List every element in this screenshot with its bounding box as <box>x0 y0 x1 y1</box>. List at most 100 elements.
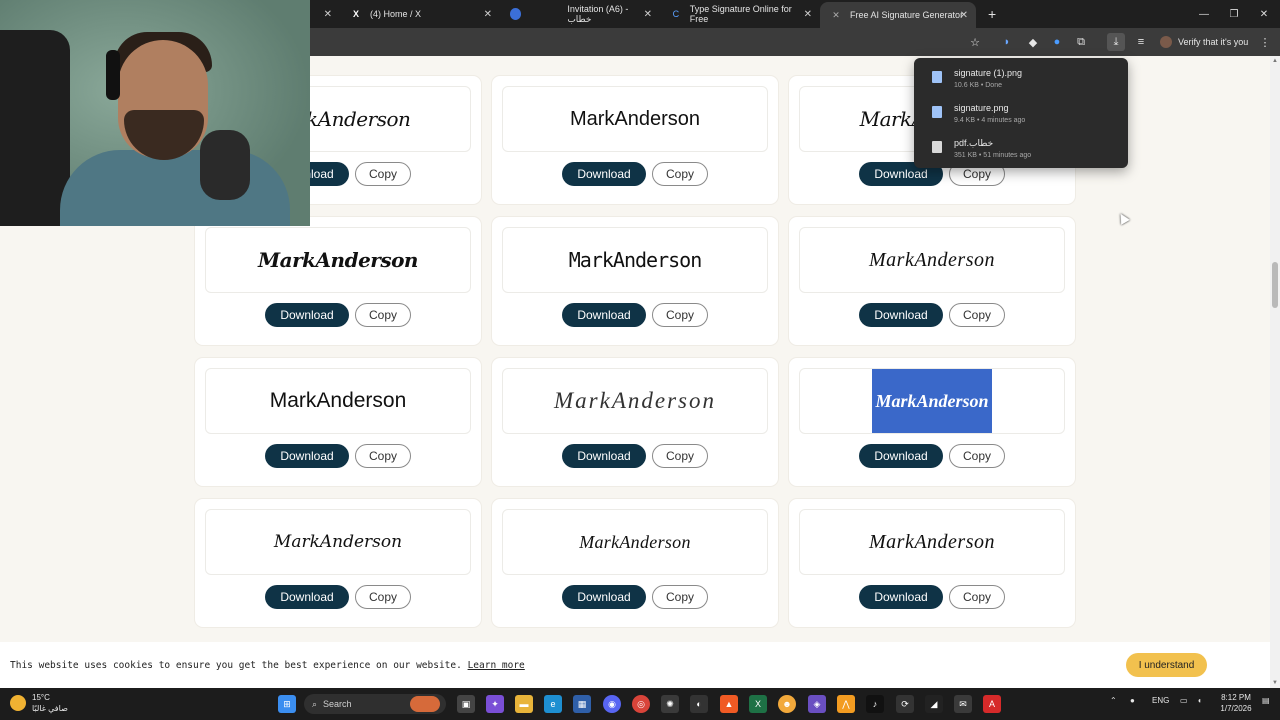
taskbar-search[interactable]: ⌕ Search <box>304 694 446 714</box>
downloads-icon[interactable]: ⤓ <box>1107 33 1125 51</box>
copilot-icon[interactable]: ✦ <box>486 695 504 713</box>
signature-preview: MarkAnderson <box>799 509 1065 575</box>
download-button[interactable]: Download <box>265 444 349 468</box>
download-button[interactable]: Download <box>859 585 943 609</box>
scroll-down-icon[interactable]: ▼ <box>1270 680 1280 686</box>
clock-time: 8:12 PM <box>1221 693 1251 702</box>
extension-icon[interactable]: ● <box>1048 33 1066 51</box>
collections-icon[interactable]: ≡ <box>1132 33 1150 51</box>
signature-text: MarkAnderson <box>269 389 407 412</box>
minimize-button[interactable]: — <box>1188 0 1220 28</box>
tab-close-icon[interactable]: ✕ <box>324 9 332 20</box>
avatar <box>1160 36 1172 48</box>
tab-close-icon[interactable]: ✕ <box>484 9 492 20</box>
extensions-puzzle-icon[interactable]: ⧉ <box>1072 33 1090 51</box>
copy-button[interactable]: Copy <box>949 303 1005 327</box>
signature-text: MarkAnderson <box>875 390 989 411</box>
volume-icon[interactable]: ◖ <box>1197 696 1202 705</box>
copy-button[interactable]: Copy <box>949 585 1005 609</box>
microphone-tray-icon[interactable]: ● <box>1130 696 1135 705</box>
app-icon[interactable]: ⟳ <box>896 695 914 713</box>
network-icon[interactable]: ▭ <box>1180 696 1188 705</box>
scrollbar-thumb[interactable] <box>1272 262 1278 308</box>
copy-button[interactable]: Copy <box>355 303 411 327</box>
download-button[interactable]: Download <box>562 585 646 609</box>
tab-free-ai-signature[interactable]: ✕ Free AI Signature Generator ✕ <box>820 2 976 28</box>
read-aloud-icon[interactable]: ◗ <box>998 33 1016 51</box>
pdf-reader-icon[interactable]: A <box>983 695 1001 713</box>
learn-more-link[interactable]: Learn more <box>468 660 525 671</box>
copy-button[interactable]: Copy <box>652 585 708 609</box>
extension-icon[interactable]: ◆ <box>1024 33 1042 51</box>
download-button[interactable]: Download <box>562 162 646 186</box>
page-scrollbar[interactable]: ▲ ▼ <box>1270 56 1280 688</box>
download-item[interactable]: signature.png 9.4 KB • 4 minutes ago <box>914 97 1128 129</box>
verify-label: Verify that it's you <box>1178 37 1249 47</box>
menu-dots-icon[interactable]: ⋮ <box>1256 33 1274 51</box>
new-tab-button[interactable]: + <box>978 0 1000 28</box>
store-icon[interactable]: ▦ <box>573 695 591 713</box>
excel-icon[interactable]: X <box>749 695 767 713</box>
app-icon[interactable]: ◈ <box>808 695 826 713</box>
copy-button[interactable]: Copy <box>355 585 411 609</box>
file-explorer-icon[interactable]: ▬ <box>515 695 533 713</box>
copy-button[interactable]: Copy <box>652 162 708 186</box>
app-icon[interactable]: ◢ <box>925 695 943 713</box>
maximize-button[interactable]: ❐ <box>1218 0 1250 28</box>
chatgpt-icon[interactable]: ✺ <box>661 695 679 713</box>
copy-button[interactable]: Copy <box>652 303 708 327</box>
bookmark-star-icon[interactable]: ☆ <box>966 33 984 51</box>
download-button[interactable]: Download <box>562 444 646 468</box>
tray-chevron-icon[interactable]: ⌃ <box>1110 696 1117 705</box>
tiktok-icon[interactable]: ♪ <box>866 695 884 713</box>
download-button[interactable]: Download <box>562 303 646 327</box>
app-notification-icon[interactable]: ☻ <box>778 695 796 713</box>
signature-text: MarkAnderson <box>869 530 995 553</box>
notifications-icon[interactable]: ▤ <box>1262 696 1270 705</box>
signature-preview: MarkAnderson <box>502 368 768 434</box>
signature-text: MarkAnderson <box>568 248 702 272</box>
taskbar-clock[interactable]: 8:12 PM 1/7/2026 <box>1214 692 1258 714</box>
close-window-button[interactable]: ✕ <box>1248 0 1280 28</box>
signature-card: MarkAnderson DownloadCopy <box>789 358 1075 486</box>
download-item[interactable]: signature (1).png 10.6 KB • Done <box>914 62 1128 94</box>
new-tab-icon: + <box>988 6 997 22</box>
download-button[interactable]: Download <box>859 444 943 468</box>
cookie-accept-button[interactable]: I understand <box>1126 653 1207 677</box>
copy-button[interactable]: Copy <box>949 444 1005 468</box>
edge-icon[interactable]: e <box>544 695 562 713</box>
download-name: pdf.خطاب <box>954 138 994 148</box>
app-icon[interactable]: ⋀ <box>837 695 855 713</box>
scroll-up-icon[interactable]: ▲ <box>1270 58 1280 64</box>
profile-verify[interactable]: Verify that it's you <box>1160 33 1248 51</box>
copy-button[interactable]: Copy <box>652 444 708 468</box>
download-item[interactable]: pdf.خطاب 351 KB • 51 minutes ago <box>914 132 1128 164</box>
copy-button[interactable]: Copy <box>355 444 411 468</box>
tab-invitation[interactable]: Invitation (A6) - خطاب ✕ <box>500 0 660 28</box>
tab-partial[interactable]: ✕ <box>310 0 340 28</box>
task-view-icon[interactable]: ▣ <box>457 695 475 713</box>
search-icon: ⌕ <box>312 698 318 709</box>
search-label: Search <box>323 699 352 709</box>
tab-close-icon[interactable]: ✕ <box>804 9 812 20</box>
discord-icon[interactable]: ◉ <box>603 695 621 713</box>
brave-icon[interactable]: ▲ <box>720 695 738 713</box>
download-button[interactable]: Download <box>265 585 349 609</box>
copy-button[interactable]: Copy <box>355 162 411 186</box>
signature-preview: MarkAnderson <box>502 227 768 293</box>
mail-icon[interactable]: ✉ <box>954 695 972 713</box>
tab-close-icon[interactable]: ✕ <box>644 9 652 20</box>
chrome-icon[interactable]: ◎ <box>632 695 650 713</box>
weather-widget[interactable]: 15°C صافي غالبًا <box>10 692 68 714</box>
tab-x-home[interactable]: X (4) Home / X ✕ <box>340 0 500 28</box>
download-button[interactable]: Download <box>859 303 943 327</box>
tab-close-icon[interactable]: ✕ <box>960 10 968 21</box>
webcam-person-body <box>60 150 290 226</box>
start-windows-icon[interactable]: ⊞ <box>278 695 296 713</box>
download-button[interactable]: Download <box>265 303 349 327</box>
language-indicator[interactable]: ENG <box>1152 696 1169 705</box>
image-file-icon <box>932 106 942 118</box>
tab-type-signature[interactable]: C Type Signature Online for Free ✕ <box>660 0 820 28</box>
signature-preview: MarkAnderson <box>205 509 471 575</box>
app-icon[interactable]: ◐ <box>690 695 708 713</box>
